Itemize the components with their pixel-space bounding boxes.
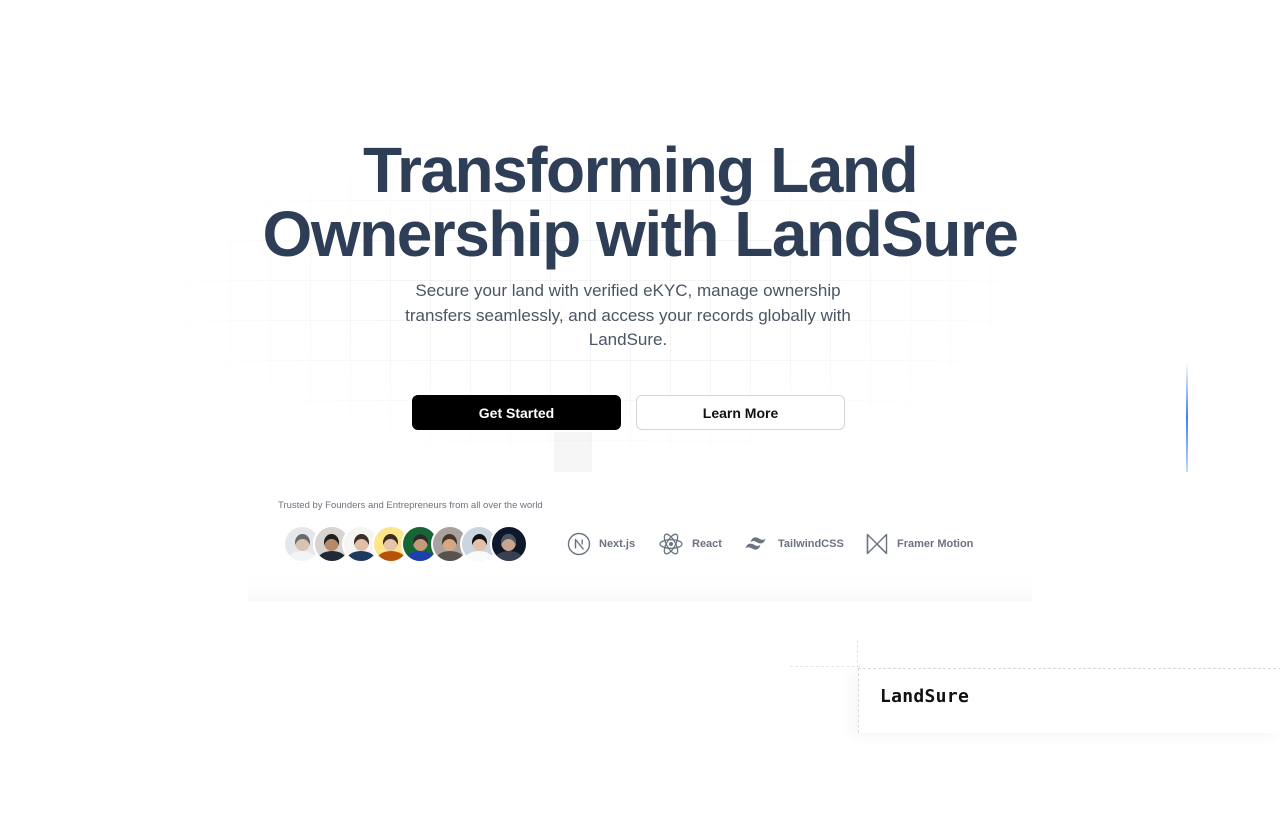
avatar-face	[294, 534, 310, 551]
tech-label-tailwindcss: TailwindCSS	[778, 538, 844, 550]
tech-label-react: React	[692, 538, 722, 550]
grid-highlight-cell	[554, 432, 592, 472]
avatar-shoulders	[405, 551, 435, 561]
tech-tailwindcss: TailwindCSS	[744, 531, 844, 557]
accent-vertical-line	[1186, 362, 1188, 472]
avatar-face	[324, 534, 339, 551]
avatar-shoulders	[316, 551, 347, 561]
avatar-face	[471, 534, 487, 551]
learn-more-button[interactable]: Learn More	[636, 395, 845, 430]
dashed-guide-vertical	[857, 640, 859, 668]
avatar-shoulders	[464, 551, 494, 561]
landing-page: Transforming Land Ownership with LandSur…	[0, 0, 1280, 832]
hero-headline: Transforming Land Ownership with LandSur…	[140, 138, 1140, 266]
hero-headline-line-1: Transforming Land	[362, 134, 919, 206]
tech-framer-motion: Framer Motion	[865, 531, 973, 557]
founder-avatar	[489, 525, 528, 563]
avatar-shoulders	[434, 551, 465, 561]
trusted-by-text: Trusted by Founders and Entrepreneurs fr…	[278, 500, 543, 511]
hero-headline-line-2: Ownership with LandSure	[262, 198, 1019, 270]
tech-nextjs: Next.js	[567, 531, 635, 557]
framer-motion-icon	[866, 533, 888, 555]
tech-label-nextjs: Next.js	[599, 538, 636, 550]
avatar-face	[383, 534, 398, 551]
avatar-face	[442, 534, 457, 551]
avatar-shoulders	[346, 551, 376, 561]
nextjs-icon	[567, 532, 591, 556]
avatar-shoulders	[375, 551, 406, 561]
landsure-logo-text[interactable]: LandSure	[880, 686, 969, 707]
avatar-face	[501, 534, 516, 551]
react-icon	[659, 533, 683, 555]
dashed-guide-horizontal	[790, 666, 860, 668]
tech-label-framer-motion: Framer Motion	[897, 538, 974, 550]
hero-subtitle: Secure your land with verified eKYC, man…	[405, 281, 851, 349]
avatar-shoulders	[493, 551, 524, 561]
avatar-face	[412, 534, 428, 551]
founder-avatar-group	[283, 525, 528, 563]
tech-react: React	[658, 531, 722, 557]
get-started-button[interactable]: Get Started	[412, 395, 621, 430]
avatar-shoulders	[287, 551, 317, 561]
tailwind-icon	[745, 537, 766, 550]
avatar-face	[353, 534, 369, 551]
